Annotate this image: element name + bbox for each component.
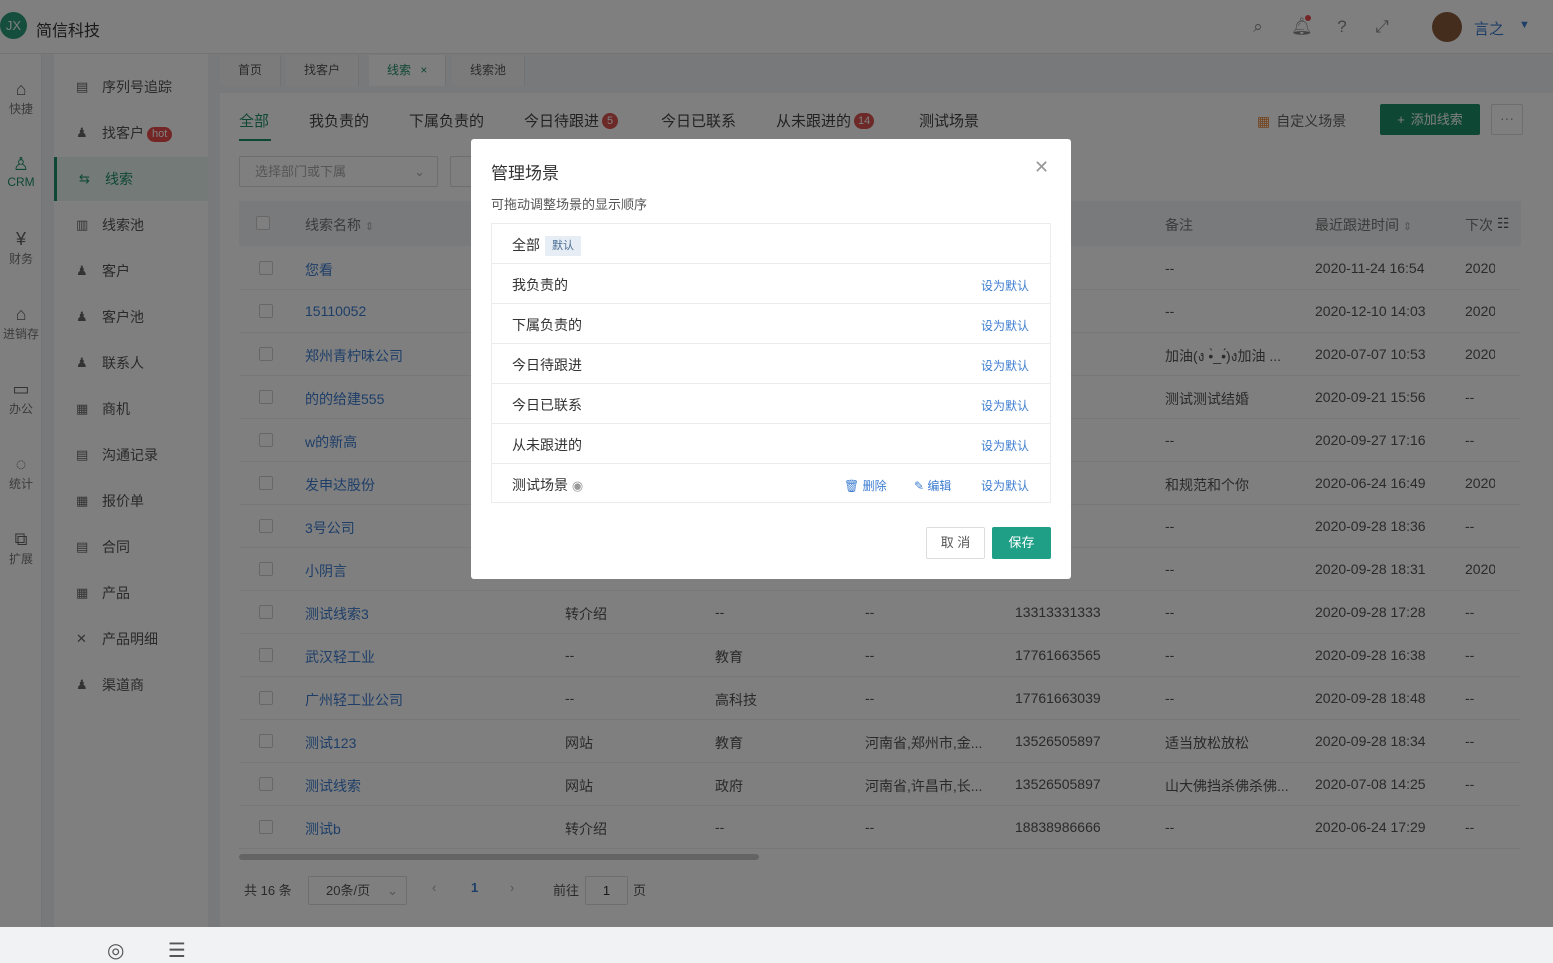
scene-name: 今日已联系 — [512, 397, 582, 413]
set-default-link[interactable]: 设为默认 — [981, 397, 1029, 414]
scene-list: 全部 默认 我负责的 设为默认 下属负责的 设为默认 今日待跟进 设为默认 今日已联系设… — [491, 223, 1051, 503]
scene-name: 全部 — [512, 237, 540, 253]
cancel-button[interactable]: 取 消 — [926, 527, 985, 559]
scene-row-today-followup[interactable]: 今日待跟进 设为默认 — [492, 344, 1050, 384]
scene-row-test[interactable]: 测试场景 ◉ 🗑︎ 删除 ✎ 编辑 设为默认 — [492, 464, 1050, 504]
set-default-link[interactable]: 设为默认 — [981, 437, 1029, 454]
edit-label: 编辑 — [927, 479, 952, 493]
scene-name: 下属负责的 — [512, 317, 582, 333]
scene-name: 测试场景 — [512, 477, 568, 493]
eye-icon[interactable]: ◉ — [572, 478, 583, 493]
collapse-menu-icon[interactable]: ☰ — [168, 938, 186, 963]
scene-name: 从未跟进的 — [512, 437, 582, 453]
scene-row-never-followed[interactable]: 从未跟进的 设为默认 — [492, 424, 1050, 464]
delete-label: 删除 — [862, 479, 887, 493]
scene-row-mine[interactable]: 我负责的 设为默认 — [492, 264, 1050, 304]
set-default-link[interactable]: 设为默认 — [981, 357, 1029, 374]
set-default-link[interactable]: 设为默认 — [981, 277, 1029, 294]
save-button[interactable]: 保存 — [992, 527, 1051, 559]
scene-row-today-contacted[interactable]: 今日已联系 设为默认 — [492, 384, 1050, 424]
manage-scenes-dialog: 管理场景 ✕ 可拖动调整场景的显示顺序 全部 默认 我负责的 设为默认 下属负责的设… — [471, 139, 1071, 579]
default-tag: 默认 — [545, 236, 581, 256]
target-icon[interactable]: ◎ — [107, 938, 124, 963]
scene-row-all[interactable]: 全部 默认 — [492, 224, 1050, 264]
scene-name: 我负责的 — [512, 277, 568, 293]
edit-icon: ✎ — [914, 479, 925, 493]
close-icon[interactable]: ✕ — [1034, 157, 1049, 178]
scene-row-subordinates[interactable]: 下属负责的 设为默认 — [492, 304, 1050, 344]
set-default-link[interactable]: 设为默认 — [981, 477, 1029, 494]
edit-scene-button[interactable]: ✎ 编辑 — [914, 477, 951, 494]
dialog-subtitle: 可拖动调整场景的显示顺序 — [491, 197, 648, 212]
trash-icon: 🗑︎ — [844, 479, 860, 493]
delete-scene-button[interactable]: 🗑︎ 删除 — [844, 477, 887, 494]
scene-name: 今日待跟进 — [512, 357, 582, 373]
dialog-title: 管理场景 — [491, 164, 559, 183]
set-default-link[interactable]: 设为默认 — [981, 317, 1029, 334]
